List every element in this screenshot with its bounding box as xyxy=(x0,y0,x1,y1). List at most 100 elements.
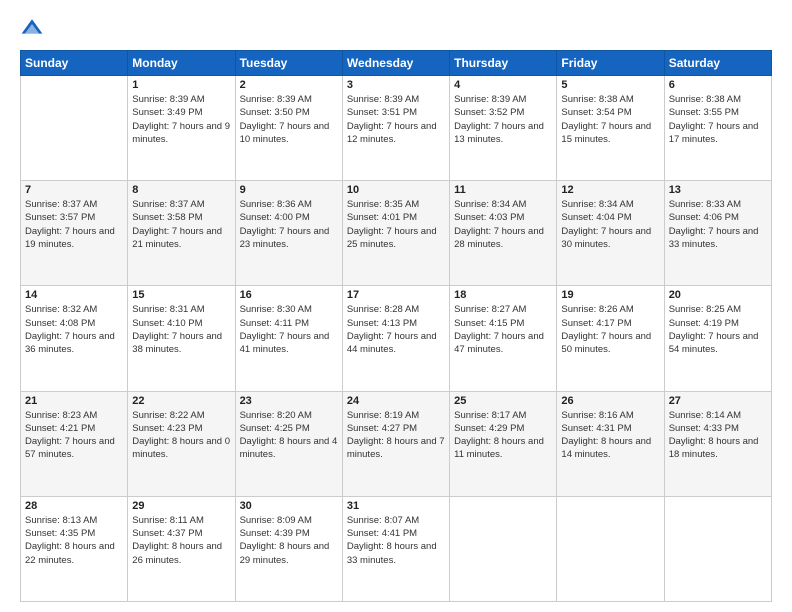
day-detail: Sunrise: 8:30 AMSunset: 4:11 PMDaylight:… xyxy=(240,303,338,356)
day-cell-22: 22 Sunrise: 8:22 AMSunset: 4:23 PMDayligh… xyxy=(128,391,235,496)
day-detail: Sunrise: 8:39 AMSunset: 3:49 PMDaylight:… xyxy=(132,93,230,146)
day-cell-23: 23 Sunrise: 8:20 AMSunset: 4:25 PMDayligh… xyxy=(235,391,342,496)
col-header-tuesday: Tuesday xyxy=(235,51,342,76)
day-number: 14 xyxy=(25,289,123,301)
calendar-table: SundayMondayTuesdayWednesdayThursdayFrid… xyxy=(20,50,772,602)
day-cell-11: 11 Sunrise: 8:34 AMSunset: 4:03 PMDayligh… xyxy=(450,181,557,286)
day-detail: Sunrise: 8:25 AMSunset: 4:19 PMDaylight:… xyxy=(669,303,767,356)
day-cell-18: 18 Sunrise: 8:27 AMSunset: 4:15 PMDayligh… xyxy=(450,286,557,391)
day-detail: Sunrise: 8:11 AMSunset: 4:37 PMDaylight:… xyxy=(132,514,230,567)
day-number: 29 xyxy=(132,500,230,512)
day-cell-12: 12 Sunrise: 8:34 AMSunset: 4:04 PMDayligh… xyxy=(557,181,664,286)
calendar-page: SundayMondayTuesdayWednesdayThursdayFrid… xyxy=(0,0,792,612)
empty-cell xyxy=(557,496,664,601)
day-number: 7 xyxy=(25,184,123,196)
day-cell-13: 13Sunrise: 8:33 AMSunset: 4:06 PMDayligh… xyxy=(664,181,771,286)
day-cell-20: 20 Sunrise: 8:25 AMSunset: 4:19 PMDayligh… xyxy=(664,286,771,391)
col-header-friday: Friday xyxy=(557,51,664,76)
day-number: 28 xyxy=(25,500,123,512)
col-header-sunday: Sunday xyxy=(21,51,128,76)
week-row-1: 1Sunrise: 8:39 AMSunset: 3:49 PMDaylight… xyxy=(21,76,772,181)
week-row-5: 28 Sunrise: 8:13 AMSunset: 4:35 PMDayligh… xyxy=(21,496,772,601)
day-detail: Sunrise: 8:13 AMSunset: 4:35 PMDaylight:… xyxy=(25,514,123,567)
day-detail: Sunrise: 8:37 AMSunset: 3:58 PMDaylight:… xyxy=(132,198,230,251)
day-cell-2: 2 Sunrise: 8:39 AMSunset: 3:50 PMDaylight… xyxy=(235,76,342,181)
day-number: 16 xyxy=(240,289,338,301)
day-detail: Sunrise: 8:19 AMSunset: 4:27 PMDaylight:… xyxy=(347,409,445,462)
day-detail: Sunrise: 8:34 AMSunset: 4:03 PMDaylight:… xyxy=(454,198,552,251)
day-detail: Sunrise: 8:16 AMSunset: 4:31 PMDaylight:… xyxy=(561,409,659,462)
logo-icon xyxy=(20,16,44,40)
day-cell-15: 15 Sunrise: 8:31 AMSunset: 4:10 PMDayligh… xyxy=(128,286,235,391)
col-header-monday: Monday xyxy=(128,51,235,76)
day-number: 31 xyxy=(347,500,445,512)
day-detail: Sunrise: 8:39 AMSunset: 3:50 PMDaylight:… xyxy=(240,93,338,146)
week-row-4: 21Sunrise: 8:23 AMSunset: 4:21 PMDayligh… xyxy=(21,391,772,496)
day-number: 2 xyxy=(240,79,338,91)
day-number: 15 xyxy=(132,289,230,301)
day-number: 9 xyxy=(240,184,338,196)
day-detail: Sunrise: 8:35 AMSunset: 4:01 PMDaylight:… xyxy=(347,198,445,251)
day-number: 22 xyxy=(132,395,230,407)
day-detail: Sunrise: 8:33 AMSunset: 4:06 PMDaylight:… xyxy=(669,198,767,251)
week-row-2: 7 Sunrise: 8:37 AMSunset: 3:57 PMDaylight… xyxy=(21,181,772,286)
day-number: 30 xyxy=(240,500,338,512)
day-number: 26 xyxy=(561,395,659,407)
day-detail: Sunrise: 8:38 AMSunset: 3:54 PMDaylight:… xyxy=(561,93,659,146)
day-detail: Sunrise: 8:07 AMSunset: 4:41 PMDaylight:… xyxy=(347,514,445,567)
day-number: 8 xyxy=(132,184,230,196)
header xyxy=(20,16,772,40)
week-row-3: 14 Sunrise: 8:32 AMSunset: 4:08 PMDayligh… xyxy=(21,286,772,391)
day-number: 23 xyxy=(240,395,338,407)
day-number: 19 xyxy=(561,289,659,301)
day-cell-26: 26 Sunrise: 8:16 AMSunset: 4:31 PMDayligh… xyxy=(557,391,664,496)
logo xyxy=(20,16,46,40)
day-detail: Sunrise: 8:27 AMSunset: 4:15 PMDaylight:… xyxy=(454,303,552,356)
day-cell-5: 5 Sunrise: 8:38 AMSunset: 3:54 PMDaylight… xyxy=(557,76,664,181)
day-cell-25: 25 Sunrise: 8:17 AMSunset: 4:29 PMDayligh… xyxy=(450,391,557,496)
day-detail: Sunrise: 8:23 AMSunset: 4:21 PMDaylight:… xyxy=(25,409,123,462)
empty-cell xyxy=(664,496,771,601)
day-detail: Sunrise: 8:36 AMSunset: 4:00 PMDaylight:… xyxy=(240,198,338,251)
day-detail: Sunrise: 8:17 AMSunset: 4:29 PMDaylight:… xyxy=(454,409,552,462)
day-cell-6: 6Sunrise: 8:38 AMSunset: 3:55 PMDaylight… xyxy=(664,76,771,181)
day-detail: Sunrise: 8:39 AMSunset: 3:52 PMDaylight:… xyxy=(454,93,552,146)
day-detail: Sunrise: 8:09 AMSunset: 4:39 PMDaylight:… xyxy=(240,514,338,567)
day-number: 25 xyxy=(454,395,552,407)
empty-cell xyxy=(21,76,128,181)
day-detail: Sunrise: 8:38 AMSunset: 3:55 PMDaylight:… xyxy=(669,93,767,146)
day-cell-9: 9 Sunrise: 8:36 AMSunset: 4:00 PMDaylight… xyxy=(235,181,342,286)
col-header-wednesday: Wednesday xyxy=(342,51,449,76)
day-detail: Sunrise: 8:39 AMSunset: 3:51 PMDaylight:… xyxy=(347,93,445,146)
day-cell-8: 8 Sunrise: 8:37 AMSunset: 3:58 PMDaylight… xyxy=(128,181,235,286)
day-number: 5 xyxy=(561,79,659,91)
col-header-thursday: Thursday xyxy=(450,51,557,76)
header-row: SundayMondayTuesdayWednesdayThursdayFrid… xyxy=(21,51,772,76)
day-detail: Sunrise: 8:34 AMSunset: 4:04 PMDaylight:… xyxy=(561,198,659,251)
day-detail: Sunrise: 8:28 AMSunset: 4:13 PMDaylight:… xyxy=(347,303,445,356)
day-number: 4 xyxy=(454,79,552,91)
day-cell-7: 7 Sunrise: 8:37 AMSunset: 3:57 PMDaylight… xyxy=(21,181,128,286)
day-detail: Sunrise: 8:37 AMSunset: 3:57 PMDaylight:… xyxy=(25,198,123,251)
day-number: 12 xyxy=(561,184,659,196)
day-number: 18 xyxy=(454,289,552,301)
day-detail: Sunrise: 8:20 AMSunset: 4:25 PMDaylight:… xyxy=(240,409,338,462)
day-detail: Sunrise: 8:22 AMSunset: 4:23 PMDaylight:… xyxy=(132,409,230,462)
day-number: 27 xyxy=(669,395,767,407)
day-number: 20 xyxy=(669,289,767,301)
day-detail: Sunrise: 8:32 AMSunset: 4:08 PMDaylight:… xyxy=(25,303,123,356)
day-cell-17: 17Sunrise: 8:28 AMSunset: 4:13 PMDayligh… xyxy=(342,286,449,391)
day-cell-1: 1Sunrise: 8:39 AMSunset: 3:49 PMDaylight… xyxy=(128,76,235,181)
day-detail: Sunrise: 8:31 AMSunset: 4:10 PMDaylight:… xyxy=(132,303,230,356)
day-cell-24: 24Sunrise: 8:19 AMSunset: 4:27 PMDayligh… xyxy=(342,391,449,496)
day-cell-28: 28 Sunrise: 8:13 AMSunset: 4:35 PMDayligh… xyxy=(21,496,128,601)
empty-cell xyxy=(450,496,557,601)
col-header-saturday: Saturday xyxy=(664,51,771,76)
day-cell-21: 21Sunrise: 8:23 AMSunset: 4:21 PMDayligh… xyxy=(21,391,128,496)
day-detail: Sunrise: 8:26 AMSunset: 4:17 PMDaylight:… xyxy=(561,303,659,356)
day-cell-4: 4 Sunrise: 8:39 AMSunset: 3:52 PMDaylight… xyxy=(450,76,557,181)
day-number: 10 xyxy=(347,184,445,196)
day-number: 3 xyxy=(347,79,445,91)
day-number: 11 xyxy=(454,184,552,196)
day-cell-16: 16 Sunrise: 8:30 AMSunset: 4:11 PMDayligh… xyxy=(235,286,342,391)
